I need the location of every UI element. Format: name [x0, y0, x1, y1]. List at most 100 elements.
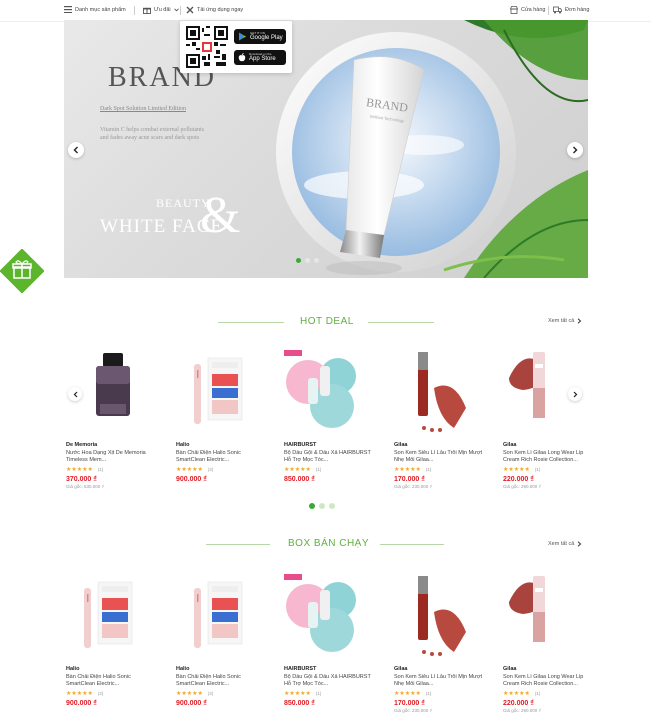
product-card[interactable]: De Memoria Nước Hoa Dạng Xịt De Memoria … [66, 348, 160, 489]
product-brand: Gilaa [503, 666, 517, 672]
apple-icon [238, 53, 246, 62]
product-card[interactable]: HAIRBURST Bộ Dầu Gội & Dầu Xả HAIRBURST … [284, 572, 378, 707]
star-rating: ★★★★★ [503, 467, 530, 473]
banner-prev-button[interactable] [68, 142, 84, 158]
product-original-price: Giá gốc: 230.000 ₫ [394, 484, 432, 489]
review-count: (1) [97, 467, 104, 472]
app-download-popup: GET IT ON Google Play Download on the App … [180, 21, 292, 73]
gift-icon [143, 7, 151, 14]
app-store-text: App Store [249, 55, 276, 62]
store-link[interactable]: Cửa hàng [510, 6, 545, 14]
product-rating: ★★★★★ (1) [284, 466, 378, 473]
hero-banner[interactable]: BRAND Dark Spot Solution Limited Edition… [64, 20, 588, 278]
product-price: 170.000 ₫ [394, 476, 425, 483]
google-play-badge[interactable]: GET IT ON Google Play [234, 29, 286, 44]
product-name: Son Kem Siêu Lì Lâu Trôi Mịn Mượt Nhẹ Mô… [394, 450, 482, 463]
product-brand: Gilaa [503, 442, 517, 448]
star-rating: ★★★★★ [176, 467, 203, 473]
download-app-menu[interactable]: Tải ứng dụng ngay [186, 6, 243, 14]
google-play-text: Google Play [250, 34, 283, 41]
star-rating: ★★★★★ [394, 691, 421, 697]
star-rating: ★★★★★ [66, 691, 93, 697]
product-card[interactable]: HAIRBURST Bộ Dầu Gội & Dầu Xả HAIRBURST … [284, 348, 378, 484]
review-count: (1) [534, 467, 541, 472]
product-card[interactable]: Gilaa Son Kem Lì Gilaa Long Wear Lip Cre… [503, 572, 597, 713]
product-rating: ★★★★★ (1) [394, 466, 488, 473]
product-brand: HAIRBURST [284, 442, 317, 448]
product-name: Bàn Chải Điện Halio Sonic SmartClean Ele… [176, 674, 241, 687]
store-icon [510, 6, 518, 14]
pagination-dot[interactable] [305, 258, 310, 263]
qr-code [186, 26, 228, 68]
hot-deal-prev-button[interactable] [68, 387, 82, 401]
best-seller-see-all-link[interactable]: Xem tất cả [548, 541, 582, 547]
app-store-badge[interactable]: Download on the App Store [234, 50, 286, 65]
orders-label: Đơn hàng [565, 7, 590, 13]
floating-gift-button[interactable] [0, 249, 44, 293]
product-image [194, 581, 243, 648]
pagination-dot[interactable] [309, 503, 315, 509]
hot-deal-next-button[interactable] [568, 387, 582, 401]
product-image [84, 581, 133, 648]
review-count: (1) [425, 467, 432, 472]
pagination-dot[interactable] [329, 503, 335, 509]
product-rating: ★★★★★ (1) [284, 690, 378, 697]
chevron-left-icon [73, 391, 77, 397]
star-rating: ★★★★★ [503, 691, 530, 697]
best-seller-title: BOX BÁN CHẠY [288, 538, 370, 549]
product-image [194, 357, 243, 424]
banner-beauty: BEAUTY [156, 196, 211, 210]
product-rating: ★★★★★ (1) [503, 690, 597, 697]
pagination-dot[interactable] [314, 258, 319, 263]
product-name: Nước Hoa Dạng Xịt De Memoria Timeless Me… [66, 450, 146, 463]
product-rating: ★★★★★ (1) [394, 690, 488, 697]
product-name: Son Kem Siêu Lì Lâu Trôi Mịn Mượt Nhẹ Mô… [394, 674, 482, 687]
product-card[interactable]: Gilaa Son Kem Siêu Lì Lâu Trôi Mịn Mượt … [394, 348, 488, 489]
product-original-price: Giá gốc: 290.000 ₫ [503, 708, 541, 713]
tools-icon [186, 6, 194, 14]
product-image [418, 352, 466, 432]
deals-menu[interactable]: Ưu đãi [143, 6, 179, 14]
product-brand: Gilaa [394, 442, 408, 448]
hot-deal-see-all-link[interactable]: Xem tất cả [548, 318, 582, 324]
product-price: 170.000 ₫ [394, 700, 425, 707]
hot-deal-title: HOT DEAL [300, 316, 354, 327]
pagination-dot[interactable] [319, 503, 325, 509]
product-brand: Halio [176, 442, 190, 448]
product-card[interactable]: Gilaa Son Kem Lì Gilaa Long Wear Lip Cre… [503, 348, 597, 489]
review-count: (1) [425, 691, 432, 696]
divider [180, 6, 181, 15]
chevron-right-icon [573, 146, 578, 154]
product-brand: De Memoria [66, 442, 98, 448]
pagination-dot[interactable] [296, 258, 301, 263]
divider [548, 6, 549, 15]
product-rating: ★★★★★ (1) [503, 466, 597, 473]
product-brand: Halio [176, 666, 190, 672]
product-original-price: Giá gốc: 230.000 ₫ [394, 708, 432, 713]
product-name: Bộ Dầu Gội & Dầu Xả HAIRBURST Hỗ Trợ Mọc… [284, 674, 371, 687]
star-rating: ★★★★★ [176, 691, 203, 697]
banner-next-button[interactable] [567, 142, 583, 158]
product-name: Bàn Chải Điện Halio Sonic SmartClean Ele… [176, 450, 241, 463]
product-name: Bộ Dầu Gội & Dầu Xả HAIRBURST Hỗ Trợ Mọc… [284, 450, 371, 463]
chevron-right-icon [577, 318, 582, 324]
product-card[interactable]: Halio Bàn Chải Điện Halio Sonic SmartCle… [66, 572, 160, 707]
product-price: 850.000 ₫ [284, 700, 315, 707]
banner-artwork [276, 20, 588, 278]
review-count: (1) [315, 467, 322, 472]
category-menu[interactable]: Danh mục sản phẩm [64, 6, 126, 13]
banner-white-face: WHITE FACE [100, 216, 224, 237]
product-price: 900.000 ₫ [176, 476, 207, 483]
product-card[interactable]: Gilaa Son Kem Siêu Lì Lâu Trôi Mịn Mượt … [394, 572, 488, 713]
category-label: Danh mục sản phẩm [75, 6, 126, 13]
orders-link[interactable]: Đơn hàng [553, 6, 589, 14]
product-name: Son Kem Lì Gilaa Long Wear Lip Cream Ric… [503, 450, 584, 463]
menu-icon [64, 6, 72, 13]
product-brand: Gilaa [394, 666, 408, 672]
product-card[interactable]: Halio Bàn Chải Điện Halio Sonic SmartCle… [176, 348, 270, 484]
product-card[interactable]: Halio Bàn Chải Điện Halio Sonic SmartCle… [176, 572, 270, 707]
chevron-right-icon [577, 541, 582, 547]
product-image [284, 350, 356, 428]
star-rating: ★★★★★ [394, 467, 421, 473]
product-original-price: Giá gốc: 530.000 ₫ [66, 484, 104, 489]
